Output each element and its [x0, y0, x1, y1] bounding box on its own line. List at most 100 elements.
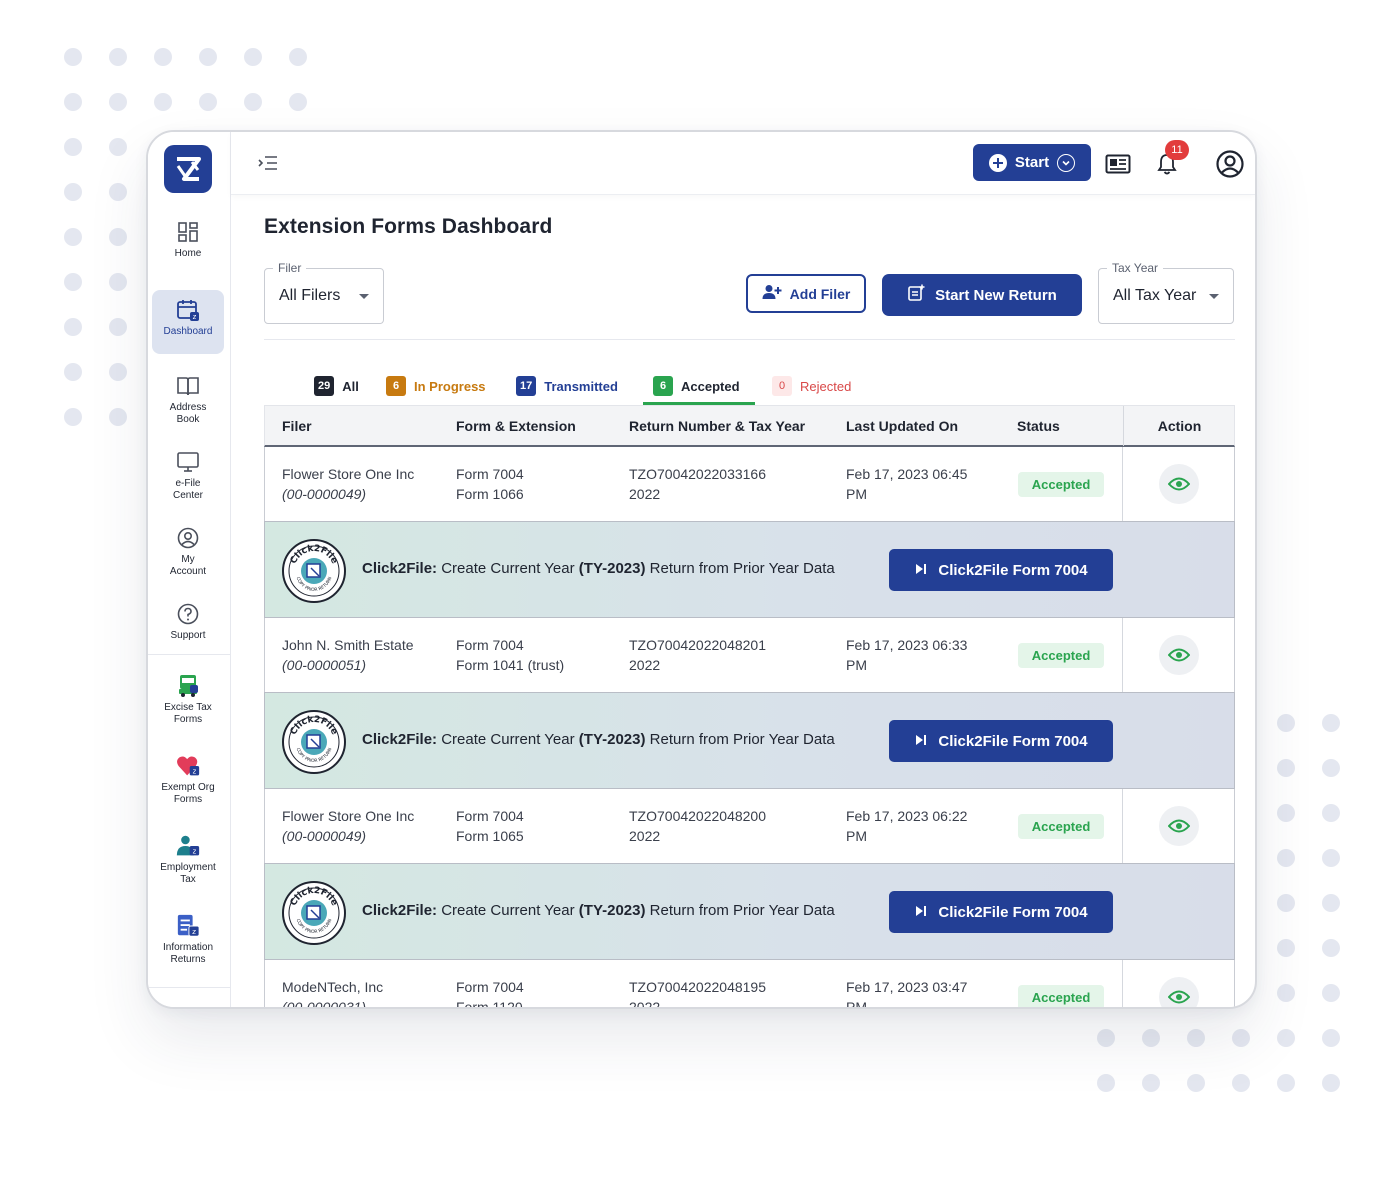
click2file-form-7004-button[interactable]: Click2File Form 7004 — [889, 549, 1113, 591]
table-row: John N. Smith Estate (00-0000051) Form 7… — [264, 618, 1235, 692]
skip-forward-icon — [914, 733, 928, 750]
tab-all[interactable]: 29 All — [314, 371, 359, 401]
click2file-year: (TY-2023) — [578, 731, 646, 748]
sidebar-item-home[interactable]: Home — [152, 212, 224, 260]
click2file-text-before: Create Current Year — [437, 731, 579, 748]
sidebar-item-support[interactable]: Support — [152, 594, 224, 642]
tab-count-badge: 6 — [386, 376, 406, 396]
click2file-brand: Click2File: — [362, 560, 438, 577]
top-bar: Start 11 — [231, 132, 1255, 195]
tax-year-select-label: Tax Year — [1107, 261, 1164, 275]
start-button-label: Start — [1014, 154, 1050, 171]
click2file-banner: Click2File COPY PRIOR RETURN Click2File: … — [264, 521, 1235, 618]
sidebar-item-label: Support — [170, 630, 206, 641]
sidebar-item-label: Address Book — [169, 402, 207, 425]
notification-count-badge: 11 — [1165, 140, 1189, 160]
notification-bell-icon[interactable]: 11 — [1153, 140, 1189, 178]
updated-ampm: PM — [846, 828, 867, 844]
extension-form: Form 1066 — [456, 486, 524, 502]
filer-name: John N. Smith Estate — [282, 637, 414, 653]
main-content: Extension Forms Dashboard Filer All File… — [231, 195, 1255, 1007]
logo-icon — [176, 157, 201, 181]
column-header-form: Form & Extension — [456, 418, 576, 434]
click2file-text: Click2File: Create Current Year (TY-2023… — [362, 560, 835, 577]
return-number: TZO70042022048200 — [629, 808, 766, 824]
menu-toggle-icon[interactable] — [257, 152, 279, 174]
filer-id: (00-0000049) — [282, 486, 367, 502]
sidebar-item-efile-center[interactable]: e-File Center — [152, 442, 224, 502]
view-eye-icon[interactable] — [1158, 635, 1199, 675]
updated-ampm: PM — [846, 486, 867, 502]
tax-year-select[interactable]: Tax Year All Tax Year — [1098, 261, 1234, 324]
add-filer-button[interactable]: Add Filer — [746, 274, 866, 313]
svg-text:z: z — [193, 313, 197, 321]
sidebar: Home z Dashboard Address Book e-File Cen… — [148, 132, 231, 1007]
tab-count-badge: 17 — [516, 376, 537, 396]
start-new-return-button[interactable]: Start New Return — [882, 274, 1082, 316]
tab-rejected[interactable]: 0 Rejected — [772, 371, 851, 401]
click2file-button-label: Click2File Form 7004 — [938, 732, 1088, 750]
table-header: Filer Form & Extension Return Number & T… — [264, 405, 1235, 447]
click2file-text: Click2File: Create Current Year (TY-2023… — [362, 731, 835, 748]
sidebar-item-label: Dashboard — [163, 326, 213, 337]
tax-year-select-value: All Tax Year — [1113, 287, 1197, 304]
click2file-brand: Click2File: — [362, 731, 438, 748]
return-number: TZO70042022048195 — [629, 979, 766, 995]
start-button[interactable]: Start — [973, 144, 1091, 181]
click2file-text-after: Return from Prior Year Data — [645, 731, 835, 748]
sidebar-item-excise-tax-forms[interactable]: Excise Tax Forms — [152, 666, 224, 726]
click2file-brand: Click2File: — [362, 902, 438, 919]
return-number: TZO70042022033166 — [629, 466, 766, 482]
section-divider — [264, 339, 1235, 340]
sidebar-item-employment-tax[interactable]: z Employment Tax — [152, 826, 224, 886]
new-document-icon — [907, 284, 925, 306]
view-eye-icon[interactable] — [1158, 806, 1199, 846]
sidebar-item-information-returns[interactable]: z Information Returns — [152, 906, 224, 966]
sidebar-divider — [148, 987, 230, 988]
click2file-form-7004-button[interactable]: Click2File Form 7004 — [889, 720, 1113, 762]
app-window: Home z Dashboard Address Book e-File Cen… — [146, 130, 1257, 1009]
form-name: Form 7004 — [456, 637, 524, 653]
start-new-return-label: Start New Return — [935, 286, 1057, 304]
sidebar-item-exempt-org-forms[interactable]: z Exempt Org Forms — [152, 746, 224, 806]
employee-icon: z — [176, 834, 200, 858]
tab-in-progress[interactable]: 6 In Progress — [386, 371, 486, 401]
chevron-down-icon — [1057, 153, 1076, 172]
table-row: Flower Store One Inc (00-0000049) Form 7… — [264, 447, 1235, 521]
extension-form: Form 1065 — [456, 828, 524, 844]
tab-count-badge: 29 — [314, 376, 335, 396]
tab-accepted[interactable]: 6 Accepted — [653, 371, 740, 401]
sidebar-item-my-account[interactable]: My Account — [152, 518, 224, 578]
click2file-text-before: Create Current Year — [437, 560, 579, 577]
form-name: Form 7004 — [456, 808, 524, 824]
click2file-text-after: Return from Prior Year Data — [645, 902, 835, 919]
click2file-form-7004-button[interactable]: Click2File Form 7004 — [889, 891, 1113, 933]
sidebar-item-label: Information Returns — [162, 942, 214, 965]
view-eye-icon[interactable] — [1158, 464, 1199, 504]
click2file-text: Click2File: Create Current Year (TY-2023… — [362, 902, 835, 919]
form-name: Form 7004 — [456, 979, 524, 995]
add-filer-label: Add Filer — [789, 285, 851, 302]
tab-label: Transmitted — [544, 378, 618, 394]
id-card-icon[interactable] — [1104, 150, 1132, 178]
user-avatar-icon[interactable] — [1216, 150, 1244, 178]
tab-label: Accepted — [681, 378, 740, 394]
tax-year: 2022 — [629, 657, 661, 673]
app-logo[interactable] — [164, 145, 212, 193]
updated-date: Feb 17, 2023 06:45 — [846, 466, 968, 482]
sidebar-item-address-book[interactable]: Address Book — [152, 366, 224, 426]
filer-select[interactable]: Filer All Filers — [264, 261, 384, 324]
svg-text:z: z — [192, 927, 196, 936]
sidebar-item-label: Employment Tax — [160, 862, 216, 885]
click2file-seal-icon: Click2File COPY PRIOR RETURN — [282, 881, 346, 945]
filer-id: (00-0000049) — [282, 828, 367, 844]
status-badge: Accepted — [1018, 643, 1104, 668]
view-eye-icon[interactable] — [1158, 977, 1199, 1007]
tab-count-badge: 0 — [772, 376, 792, 396]
tab-label: Rejected — [800, 378, 852, 394]
tab-transmitted[interactable]: 17 Transmitted — [516, 371, 618, 401]
sidebar-item-dashboard[interactable]: z Dashboard — [152, 290, 224, 354]
svg-text:z: z — [193, 767, 197, 775]
status-badge: Accepted — [1018, 814, 1104, 839]
tax-year: 2022 — [629, 828, 661, 844]
